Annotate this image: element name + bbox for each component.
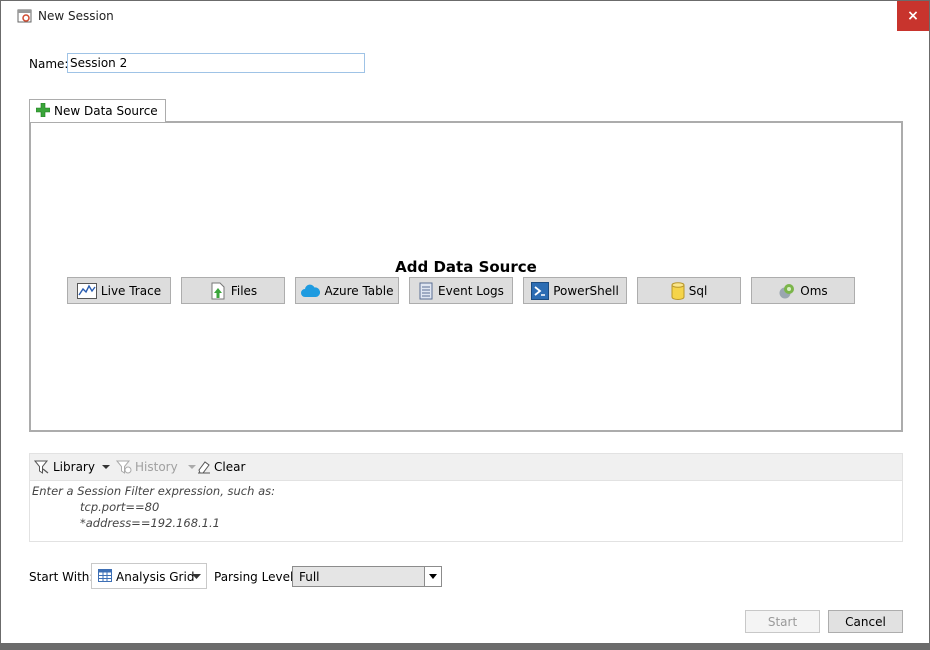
sql-label: Sql <box>688 283 708 298</box>
files-upload-icon <box>211 282 225 299</box>
filter-toolbar: Library History Clear <box>29 453 903 481</box>
history-filter-icon <box>116 460 132 474</box>
event-logs-label: Event Logs <box>438 283 504 298</box>
chevron-down-icon <box>429 574 437 579</box>
database-icon <box>671 281 685 300</box>
start-with-dropdown[interactable]: Analysis Grid <box>91 563 207 589</box>
eraser-icon <box>198 461 210 474</box>
powershell-button[interactable]: PowerShell <box>523 277 627 304</box>
files-label: Files <box>230 283 258 298</box>
plus-icon <box>36 103 50 117</box>
oms-icon <box>779 283 795 298</box>
live-trace-icon <box>76 282 97 299</box>
window-bottom-edge <box>1 643 929 649</box>
start-label: Start <box>767 614 798 629</box>
cancel-label: Cancel <box>845 614 886 629</box>
library-label: Library <box>53 460 95 474</box>
event-log-icon <box>419 282 433 299</box>
start-with-value: Analysis Grid <box>116 570 195 584</box>
name-label: Name: <box>29 57 69 71</box>
parsing-level-label: Parsing Level: <box>214 570 298 584</box>
session-filter-textarea[interactable]: Enter a Session Filter expression, such … <box>29 481 903 542</box>
add-data-source-title: Add Data Source <box>395 258 537 276</box>
tab-new-data-source[interactable]: New Data Source <box>29 99 166 122</box>
sql-button[interactable]: Sql <box>637 277 741 304</box>
chevron-down-icon <box>192 574 201 579</box>
grid-icon <box>98 569 112 582</box>
filter-icon <box>34 460 49 474</box>
filter-example: *address==192.168.1.1 <box>80 516 220 530</box>
live-trace-label: Live Trace <box>100 283 162 298</box>
powershell-label: PowerShell <box>553 283 619 298</box>
library-menu-button[interactable]: Library <box>34 460 111 474</box>
azure-table-button[interactable]: Azure Table <box>295 277 399 304</box>
data-source-panel: Add Data Source Live Trace Files Azure T… <box>29 121 903 432</box>
chevron-down-icon <box>101 465 110 469</box>
app-icon <box>17 9 32 23</box>
oms-button[interactable]: Oms <box>751 277 855 304</box>
new-session-dialog: New Session × Name: New Data Source Add … <box>0 0 930 650</box>
oms-label: Oms <box>800 283 828 298</box>
filter-hint: Enter a Session Filter expression, such … <box>32 484 275 498</box>
title-bar: New Session × <box>1 1 929 31</box>
chevron-down-icon <box>187 465 196 469</box>
close-icon: × <box>907 8 919 24</box>
start-button[interactable]: Start <box>745 610 820 633</box>
dropdown-arrow[interactable] <box>424 567 441 586</box>
close-button[interactable]: × <box>897 1 929 31</box>
parsing-level-value: Full <box>299 570 320 584</box>
event-logs-button[interactable]: Event Logs <box>409 277 513 304</box>
azure-table-label: Azure Table <box>324 283 394 298</box>
clear-label: Clear <box>214 460 246 474</box>
cloud-icon <box>301 284 321 297</box>
start-with-label: Start With: <box>29 570 94 584</box>
tab-label: New Data Source <box>54 104 158 118</box>
history-menu-button[interactable]: History <box>116 460 197 474</box>
filter-example: tcp.port==80 <box>80 500 160 514</box>
session-name-input[interactable] <box>67 53 365 73</box>
files-button[interactable]: Files <box>181 277 285 304</box>
powershell-icon <box>531 281 550 300</box>
clear-filter-button[interactable]: Clear <box>197 460 245 474</box>
history-label: History <box>135 460 178 474</box>
window-title: New Session <box>38 9 114 23</box>
cancel-button[interactable]: Cancel <box>828 610 903 633</box>
live-trace-button[interactable]: Live Trace <box>67 277 171 304</box>
parsing-level-select[interactable]: Full <box>292 566 442 587</box>
